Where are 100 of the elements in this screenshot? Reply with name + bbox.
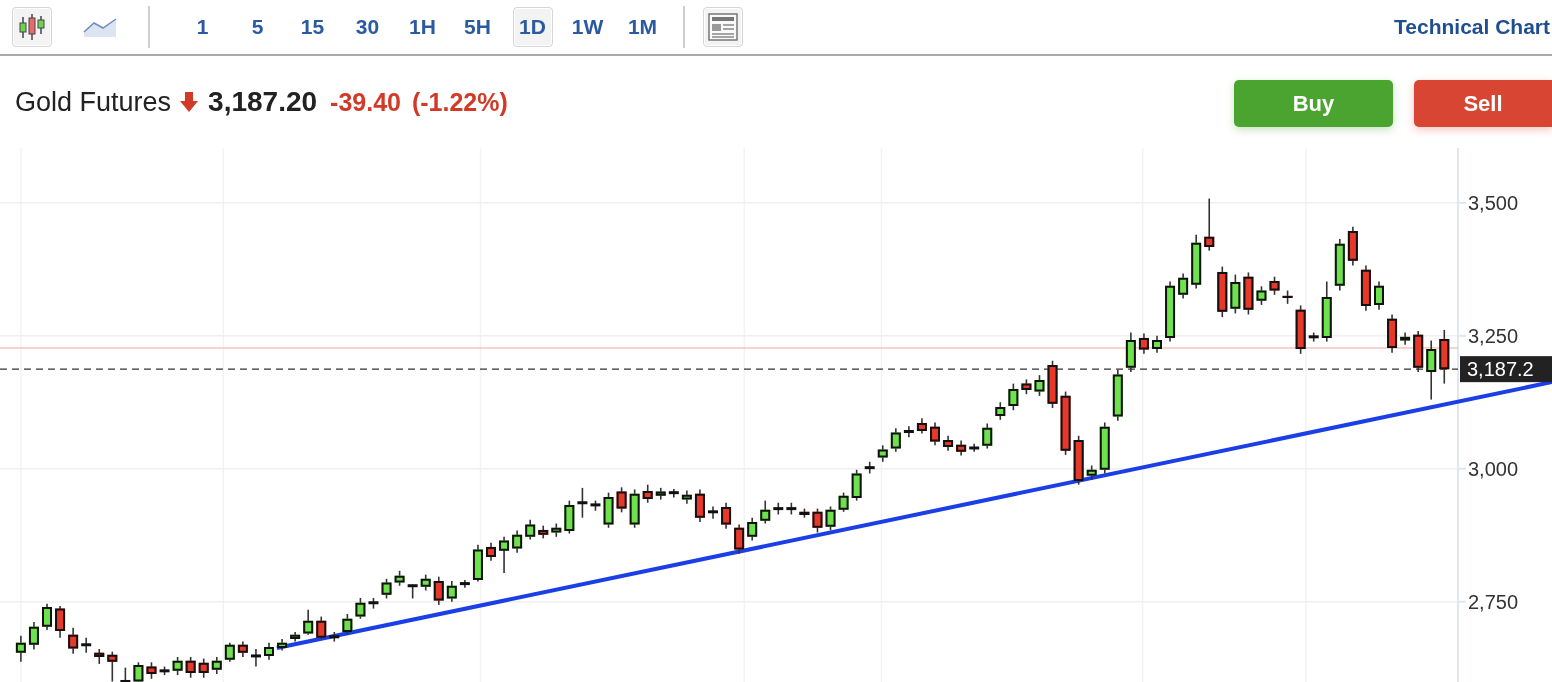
candlestick <box>603 491 614 529</box>
interval-button[interactable]: 1H <box>402 7 443 47</box>
candlestick <box>68 626 79 655</box>
candlestick <box>1125 331 1136 373</box>
candlestick <box>1308 331 1319 343</box>
candlestick <box>316 615 327 640</box>
candlestick <box>590 499 601 512</box>
candlestick <box>1112 369 1123 422</box>
ref-line-label: 3,187.2 <box>1467 358 1534 381</box>
candlestick <box>342 613 353 636</box>
interval-button[interactable]: 30 <box>347 7 388 47</box>
candlestick <box>969 442 980 453</box>
candlestick <box>381 578 392 600</box>
candlestick <box>28 621 39 651</box>
candlestick <box>890 427 901 453</box>
price-axis-label: 3,000 <box>1468 457 1519 480</box>
candlestick <box>1413 330 1424 373</box>
candlestick <box>838 491 849 513</box>
candlestick <box>930 421 940 447</box>
candlestick <box>747 516 758 542</box>
candlestick <box>250 648 261 668</box>
candlestick <box>459 579 470 589</box>
candlestick <box>1334 238 1345 292</box>
candlestick <box>1021 378 1032 396</box>
candlestick <box>538 524 549 540</box>
candlestick <box>786 501 797 516</box>
candlestick <box>198 657 209 679</box>
candlestick <box>851 468 862 502</box>
candlestick <box>773 501 784 516</box>
layout-icon <box>708 13 738 41</box>
instrument-name: Gold Futures <box>15 86 172 118</box>
candlestick <box>943 434 954 452</box>
candlestick <box>1269 275 1280 296</box>
candlestick <box>1347 225 1358 267</box>
candlestick <box>15 634 26 663</box>
candlestick <box>185 656 196 679</box>
candlestick <box>1099 421 1110 475</box>
candlestick <box>277 638 288 652</box>
interval-button[interactable]: 5H <box>457 7 498 47</box>
candlestick <box>956 439 967 457</box>
candlestick <box>224 641 235 663</box>
candlestick <box>721 501 732 530</box>
candlestick <box>551 522 562 538</box>
candlestick <box>1230 273 1241 315</box>
candlestick <box>120 666 131 682</box>
candlestick <box>1152 334 1162 354</box>
candlestick <box>1178 272 1189 300</box>
candlestick <box>995 401 1006 421</box>
interval-button[interactable]: 1D <box>512 7 553 47</box>
candlestick <box>1008 382 1019 411</box>
candlestick <box>290 631 301 643</box>
chart-type-button[interactable] <box>12 7 52 47</box>
candlestick <box>812 507 823 534</box>
price-axis-label: 3,250 <box>1468 324 1519 347</box>
price-axis-label: 3,500 <box>1468 191 1519 214</box>
candlestick <box>1138 332 1149 355</box>
sell-button[interactable]: Sell <box>1414 80 1552 127</box>
current-price-tag: 3,187.2 <box>1460 356 1552 383</box>
candlestick <box>433 575 444 606</box>
area-chart-icon <box>83 16 117 38</box>
candlestick <box>616 486 627 514</box>
candlestick <box>864 461 875 475</box>
candlestick <box>472 544 483 583</box>
candlestick <box>642 483 653 504</box>
candlestick <box>629 488 640 529</box>
technical-chart-link[interactable]: Technical Chart <box>1394 15 1550 39</box>
candlestick <box>368 597 379 610</box>
candlestick <box>1400 331 1411 346</box>
candlestick <box>1060 390 1071 456</box>
candlestick <box>1217 265 1228 318</box>
candlestick <box>446 580 457 603</box>
candlestick <box>1165 280 1176 343</box>
candlestick <box>1256 285 1267 306</box>
candlestick <box>407 583 418 600</box>
candlestick <box>681 489 692 505</box>
candlestick <box>1191 233 1202 290</box>
candlestick <box>1374 280 1384 311</box>
candlestick <box>1034 374 1045 397</box>
candlestick <box>237 640 248 658</box>
candlestick-icon <box>18 12 46 42</box>
interval-button[interactable]: 15 <box>292 7 333 47</box>
candlestick <box>159 665 170 676</box>
candlestick <box>825 505 836 532</box>
interval-button[interactable]: 5 <box>237 7 278 47</box>
candlestick <box>694 488 705 523</box>
candlestick <box>512 529 523 554</box>
candlestick <box>1073 434 1084 486</box>
interval-button[interactable]: 1W <box>567 7 608 47</box>
candlestick <box>264 641 274 661</box>
down-arrow-icon <box>180 92 199 112</box>
candlestick <box>133 661 144 682</box>
candlestick <box>1321 280 1332 343</box>
candlestick <box>486 541 496 562</box>
price-change: -39.40 <box>330 87 401 117</box>
interval-button[interactable]: 1M <box>622 7 663 47</box>
interval-button[interactable]: 1 <box>182 7 223 47</box>
candlestick <box>734 523 745 555</box>
layout-button[interactable] <box>703 7 743 47</box>
candlestick <box>1047 359 1058 409</box>
candlestick <box>982 422 993 450</box>
